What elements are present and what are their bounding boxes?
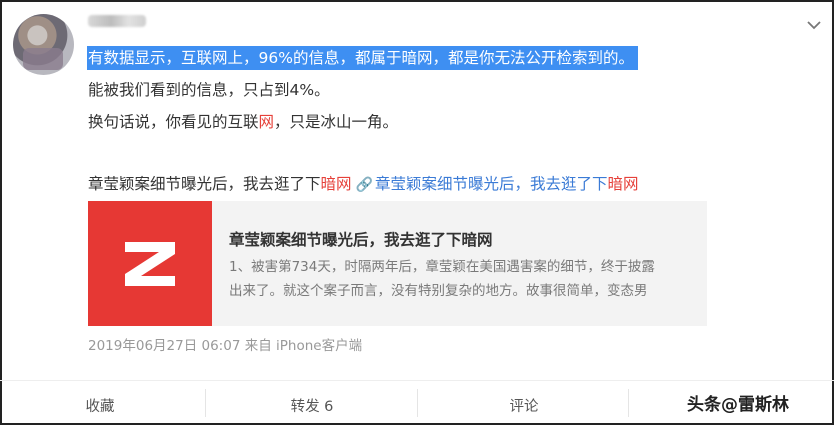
article-title[interactable]: 章莹颖案细节曝光后，我去逛了下暗网 bbox=[229, 228, 493, 250]
article-thumbnail bbox=[88, 201, 212, 326]
comment-button[interactable]: 评论 bbox=[484, 395, 564, 416]
chevron-down-icon[interactable] bbox=[803, 14, 825, 36]
post-meta: 2019年06月27日 06:07 来自 iPhone客户端 bbox=[88, 334, 362, 354]
article-description-line-1: 1、被害第734天，时隔两年后，章莹颖在美国遇害案的细节，终于披露 bbox=[229, 259, 655, 275]
divider bbox=[417, 389, 418, 417]
text-line-4-start: 章莹颖案细节曝光后，我去逛了下 bbox=[88, 175, 321, 193]
article-description: 1、被害第734天，时隔两年后，章莹颖在美国遇害案的细节，终于披露 出来了。就这… bbox=[229, 255, 693, 303]
text-line-3-end: ，只是冰山一角。 bbox=[274, 113, 399, 131]
text-line-1: 有数据显示，互联网上，96%的信息，都属于暗网，都是你无法公开检索到的。 bbox=[87, 42, 808, 74]
avatar[interactable] bbox=[13, 14, 74, 75]
post-text: 有数据显示，互联网上，96%的信息，都属于暗网，都是你无法公开检索到的。 能被我… bbox=[87, 42, 808, 201]
highlighted-text: 有数据显示，互联网上，96%的信息，都属于暗网，都是你无法公开检索到的。 bbox=[87, 46, 638, 70]
link-icon: 🔗 bbox=[355, 177, 373, 193]
post-source: 来自 iPhone客户端 bbox=[244, 338, 363, 354]
article-card[interactable]: 章莹颖案细节曝光后，我去逛了下暗网 1、被害第734天，时隔两年后，章莹颖在美国… bbox=[88, 201, 707, 326]
text-line-3-start: 换句话说，你看见的互联 bbox=[88, 113, 259, 131]
article-link-keyword[interactable]: 暗网 bbox=[607, 175, 638, 193]
article-link-text[interactable]: 章莹颖案细节曝光后，我去逛了下 bbox=[375, 175, 608, 193]
divider bbox=[205, 389, 206, 417]
username-blurred[interactable] bbox=[88, 15, 146, 27]
text-line-3: 换句话说，你看见的互联网，只是冰山一角。 bbox=[88, 106, 808, 138]
text-line-4: 章莹颖案细节曝光后，我去逛了下暗网 🔗 章莹颖案细节曝光后，我去逛了下暗网 bbox=[88, 168, 808, 201]
article-link[interactable]: 章莹颖案细节曝光后，我去逛了下暗网 bbox=[375, 175, 639, 193]
article-description-line-2: 出来了。就这个案子而言，没有特别复杂的地方。故事很简单，变态男 bbox=[229, 283, 648, 299]
keyword-net[interactable]: 网 bbox=[259, 113, 275, 131]
collect-button[interactable]: 收藏 bbox=[60, 395, 140, 416]
keyword-darknet[interactable]: 暗网 bbox=[321, 175, 352, 193]
text-line-2: 能被我们看到的信息，只占到4%。 bbox=[88, 81, 330, 99]
repost-button[interactable]: 转发 6 bbox=[272, 395, 352, 416]
watermark: 头条@雷斯林 bbox=[687, 395, 789, 415]
divider bbox=[628, 389, 629, 417]
post-date: 2019年06月27日 06:07 bbox=[88, 338, 241, 354]
z-logo-icon bbox=[125, 242, 175, 286]
